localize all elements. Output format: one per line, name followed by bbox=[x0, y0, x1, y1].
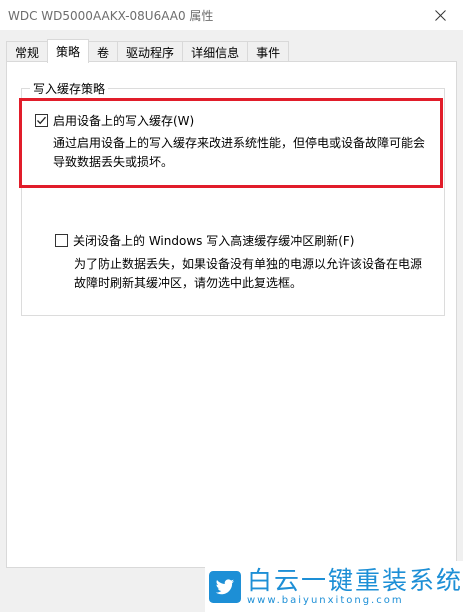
enable-write-cache-description: 通过启用设备上的写入缓存来改进系统性能，但停电或设备故障可能会 导致数据丢失或损… bbox=[53, 136, 426, 169]
twitter-bird-icon bbox=[209, 570, 241, 603]
disable-flush-checkbox[interactable] bbox=[55, 234, 68, 247]
window-title: WDC WD5000AAKX-08U6AA0 属性 bbox=[8, 9, 214, 23]
watermark-url: www.baiyunxitong.com bbox=[246, 594, 404, 606]
watermark-text: 白云一键重装系统 www.baiyunxitong.com bbox=[246, 565, 463, 607]
enable-write-cache-label: 启用设备上的写入缓存(W) bbox=[53, 114, 195, 128]
enable-write-cache-option[interactable]: 启用设备上的写入缓存(W) bbox=[35, 112, 194, 129]
tab-details[interactable]: 详细信息 bbox=[182, 41, 249, 62]
disable-flush-description: 为了防止数据丢失，如果设备没有单独的电源以允许该设备在电源 故障时刷新其缓冲区，… bbox=[74, 257, 423, 290]
tab-strip: 常规 策略 卷 驱动程序 详细信息 事件 bbox=[6, 38, 290, 63]
tab-volumes[interactable]: 卷 bbox=[88, 41, 119, 62]
disable-flush-label: 关闭设备上的 Windows 写入高速缓存缓冲区刷新(F) bbox=[73, 234, 355, 248]
tab-driver[interactable]: 驱动程序 bbox=[117, 41, 184, 62]
title-bar: WDC WD5000AAKX-08U6AA0 属性 bbox=[0, 0, 463, 30]
policies-panel: 写入缓存策略 启用设备上的写入缓存(W) 通过启用设备上的写入缓存来改进系统性能… bbox=[6, 61, 457, 568]
checkmark-icon bbox=[37, 116, 46, 125]
disable-flush-option[interactable]: 关闭设备上的 Windows 写入高速缓存缓冲区刷新(F) bbox=[55, 232, 354, 249]
tab-events[interactable]: 事件 bbox=[247, 41, 290, 62]
tab-general[interactable]: 常规 bbox=[6, 41, 49, 62]
group-title: 写入缓存策略 bbox=[30, 80, 109, 97]
close-icon bbox=[434, 9, 446, 21]
dialog-client: 常规 策略 卷 驱动程序 详细信息 事件 写入缓存策略 启用设备上的写入缓存(W… bbox=[0, 30, 463, 612]
watermark-title: 白云一键重装系统 bbox=[246, 565, 463, 595]
tab-policies[interactable]: 策略 bbox=[47, 39, 90, 63]
close-button[interactable] bbox=[417, 0, 463, 30]
enable-write-cache-checkbox[interactable] bbox=[35, 114, 48, 127]
watermark: 白云一键重装系统 www.baiyunxitong.com bbox=[205, 561, 463, 612]
